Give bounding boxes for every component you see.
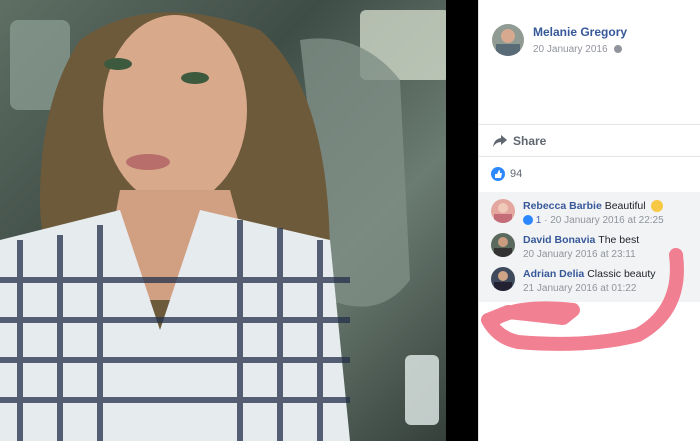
author-name[interactable]: Melanie Gregory [533,25,627,39]
highlight-marker-scribble [481,248,684,351]
like-icon [523,215,533,226]
comment-meta: 1 · 20 January 2016 at 22:25 [523,215,664,226]
share-icon [493,135,507,147]
share-button[interactable]: Share [493,134,546,148]
author-avatar[interactable] [492,24,524,56]
comment-text: Beautiful [604,200,646,212]
comment-like-count[interactable]: 1 [536,215,542,226]
comment-time[interactable]: 20 January 2016 at 22:25 [550,215,663,226]
commenter-name-text: Rebecca Barbie [523,200,602,212]
reactions-summary[interactable]: 94 [491,166,522,182]
post-details-panel: Melanie Gregory 20 January 2016 Share 94… [478,0,700,441]
post-date-text: 20 January 2016 [533,44,608,55]
kiss-emoji-icon [650,200,663,213]
photo-illustration [0,10,450,441]
divider [479,156,700,157]
post-date[interactable]: 20 January 2016 [533,44,623,55]
comment-item: Rebecca Barbie Beautiful 1 · 20 January … [491,196,700,230]
share-label: Share [513,134,547,148]
like-icon [491,167,505,181]
photo-side-bar [446,0,478,441]
post-photo[interactable] [0,0,478,441]
commenter-name[interactable]: Rebecca Barbie Beautiful [523,200,663,213]
commenter-avatar[interactable] [491,199,515,223]
reactions-count: 94 [510,168,523,180]
globe-icon [614,45,623,54]
divider [479,124,700,125]
avatar-illustration [496,29,520,56]
